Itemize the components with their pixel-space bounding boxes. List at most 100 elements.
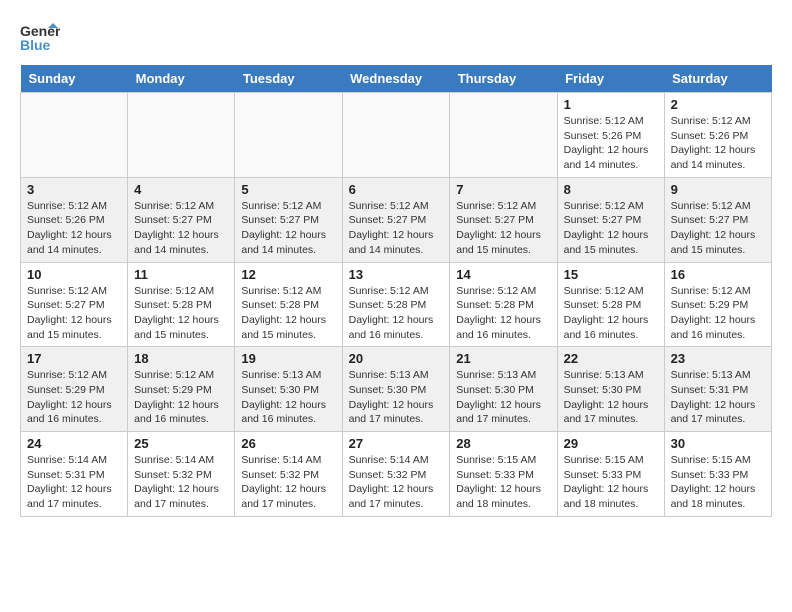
calendar-cell: 2 Sunrise: 5:12 AMSunset: 5:26 PMDaylight… — [664, 93, 771, 178]
day-number: 8 — [564, 182, 658, 197]
calendar-cell: 16 Sunrise: 5:12 AMSunset: 5:29 PMDayligh… — [664, 262, 771, 347]
calendar-cell: 24Sunrise: 5:14 AMSunset: 5:31 PMDayligh… — [21, 432, 128, 517]
day-number: 5 — [241, 182, 335, 197]
column-header-monday: Monday — [128, 65, 235, 93]
column-header-saturday: Saturday — [664, 65, 771, 93]
day-info: Sunrise: 5:12 AMSunset: 5:27 PMDaylight:… — [456, 199, 550, 258]
day-number: 18 — [134, 351, 228, 366]
day-number: 3 — [27, 182, 121, 197]
calendar-cell: 15 Sunrise: 5:12 AMSunset: 5:28 PMDayligh… — [557, 262, 664, 347]
column-header-tuesday: Tuesday — [235, 65, 342, 93]
calendar-header-row: SundayMondayTuesdayWednesdayThursdayFrid… — [21, 65, 772, 93]
day-number: 6 — [349, 182, 444, 197]
day-info: Sunrise: 5:14 AMSunset: 5:32 PMDaylight:… — [241, 453, 335, 512]
calendar-cell: 22 Sunrise: 5:13 AMSunset: 5:30 PMDayligh… — [557, 347, 664, 432]
calendar-cell — [21, 93, 128, 178]
day-number: 20 — [349, 351, 444, 366]
day-number: 21 — [456, 351, 550, 366]
day-info: Sunrise: 5:12 AMSunset: 5:29 PMDaylight:… — [27, 368, 121, 427]
day-info: Sunrise: 5:12 AMSunset: 5:29 PMDaylight:… — [671, 284, 765, 343]
day-info: Sunrise: 5:14 AMSunset: 5:32 PMDaylight:… — [134, 453, 228, 512]
day-number: 22 — [564, 351, 658, 366]
day-number: 16 — [671, 267, 765, 282]
day-info: Sunrise: 5:12 AMSunset: 5:27 PMDaylight:… — [564, 199, 658, 258]
calendar-cell: 13 Sunrise: 5:12 AMSunset: 5:28 PMDayligh… — [342, 262, 450, 347]
day-info: Sunrise: 5:12 AMSunset: 5:26 PMDaylight:… — [671, 114, 765, 173]
day-number: 29 — [564, 436, 658, 451]
calendar-table: SundayMondayTuesdayWednesdayThursdayFrid… — [20, 65, 772, 517]
day-info: Sunrise: 5:12 AMSunset: 5:27 PMDaylight:… — [671, 199, 765, 258]
calendar-cell: 6 Sunrise: 5:12 AMSunset: 5:27 PMDaylight… — [342, 177, 450, 262]
column-header-friday: Friday — [557, 65, 664, 93]
day-number: 10 — [27, 267, 121, 282]
day-number: 11 — [134, 267, 228, 282]
day-info: Sunrise: 5:15 AMSunset: 5:33 PMDaylight:… — [456, 453, 550, 512]
calendar-week-row: 10 Sunrise: 5:12 AMSunset: 5:27 PMDayligh… — [21, 262, 772, 347]
calendar-cell: 21 Sunrise: 5:13 AMSunset: 5:30 PMDayligh… — [450, 347, 557, 432]
calendar-cell — [342, 93, 450, 178]
day-info: Sunrise: 5:12 AMSunset: 5:26 PMDaylight:… — [564, 114, 658, 173]
calendar-cell: 14Sunrise: 5:12 AMSunset: 5:28 PMDayligh… — [450, 262, 557, 347]
day-number: 30 — [671, 436, 765, 451]
calendar-cell: 29Sunrise: 5:15 AMSunset: 5:33 PMDayligh… — [557, 432, 664, 517]
calendar-cell — [128, 93, 235, 178]
day-info: Sunrise: 5:12 AMSunset: 5:27 PMDaylight:… — [134, 199, 228, 258]
calendar-cell: 17 Sunrise: 5:12 AMSunset: 5:29 PMDayligh… — [21, 347, 128, 432]
day-number: 14 — [456, 267, 550, 282]
column-header-sunday: Sunday — [21, 65, 128, 93]
day-number: 23 — [671, 351, 765, 366]
day-number: 19 — [241, 351, 335, 366]
calendar-week-row: 1 Sunrise: 5:12 AMSunset: 5:26 PMDaylight… — [21, 93, 772, 178]
day-number: 25 — [134, 436, 228, 451]
calendar-cell: 4 Sunrise: 5:12 AMSunset: 5:27 PMDaylight… — [128, 177, 235, 262]
day-number: 12 — [241, 267, 335, 282]
day-number: 9 — [671, 182, 765, 197]
calendar-cell: 5 Sunrise: 5:12 AMSunset: 5:27 PMDaylight… — [235, 177, 342, 262]
calendar-cell: 27Sunrise: 5:14 AMSunset: 5:32 PMDayligh… — [342, 432, 450, 517]
day-info: Sunrise: 5:13 AMSunset: 5:30 PMDaylight:… — [241, 368, 335, 427]
calendar-week-row: 24Sunrise: 5:14 AMSunset: 5:31 PMDayligh… — [21, 432, 772, 517]
calendar-cell: 19 Sunrise: 5:13 AMSunset: 5:30 PMDayligh… — [235, 347, 342, 432]
day-info: Sunrise: 5:14 AMSunset: 5:31 PMDaylight:… — [27, 453, 121, 512]
page-header: General Blue — [20, 20, 772, 55]
day-number: 1 — [564, 97, 658, 112]
svg-text:Blue: Blue — [20, 37, 51, 53]
calendar-cell — [450, 93, 557, 178]
calendar-cell — [235, 93, 342, 178]
calendar-cell: 26 Sunrise: 5:14 AMSunset: 5:32 PMDayligh… — [235, 432, 342, 517]
calendar-cell: 20 Sunrise: 5:13 AMSunset: 5:30 PMDayligh… — [342, 347, 450, 432]
column-header-wednesday: Wednesday — [342, 65, 450, 93]
day-info: Sunrise: 5:12 AMSunset: 5:28 PMDaylight:… — [564, 284, 658, 343]
calendar-cell: 11 Sunrise: 5:12 AMSunset: 5:28 PMDayligh… — [128, 262, 235, 347]
logo-icon: General Blue — [20, 20, 60, 55]
calendar-cell: 1 Sunrise: 5:12 AMSunset: 5:26 PMDaylight… — [557, 93, 664, 178]
calendar-week-row: 17 Sunrise: 5:12 AMSunset: 5:29 PMDayligh… — [21, 347, 772, 432]
day-info: Sunrise: 5:12 AMSunset: 5:28 PMDaylight:… — [349, 284, 444, 343]
day-info: Sunrise: 5:12 AMSunset: 5:28 PMDaylight:… — [134, 284, 228, 343]
day-number: 17 — [27, 351, 121, 366]
column-header-thursday: Thursday — [450, 65, 557, 93]
day-number: 27 — [349, 436, 444, 451]
day-number: 15 — [564, 267, 658, 282]
day-info: Sunrise: 5:13 AMSunset: 5:30 PMDaylight:… — [564, 368, 658, 427]
calendar-cell: 12Sunrise: 5:12 AMSunset: 5:28 PMDayligh… — [235, 262, 342, 347]
calendar-cell: 23Sunrise: 5:13 AMSunset: 5:31 PMDayligh… — [664, 347, 771, 432]
day-info: Sunrise: 5:12 AMSunset: 5:27 PMDaylight:… — [27, 284, 121, 343]
calendar-cell: 18Sunrise: 5:12 AMSunset: 5:29 PMDayligh… — [128, 347, 235, 432]
calendar-cell: 10 Sunrise: 5:12 AMSunset: 5:27 PMDayligh… — [21, 262, 128, 347]
day-info: Sunrise: 5:12 AMSunset: 5:26 PMDaylight:… — [27, 199, 121, 258]
calendar-week-row: 3 Sunrise: 5:12 AMSunset: 5:26 PMDaylight… — [21, 177, 772, 262]
calendar-cell: 30Sunrise: 5:15 AMSunset: 5:33 PMDayligh… — [664, 432, 771, 517]
day-info: Sunrise: 5:13 AMSunset: 5:30 PMDaylight:… — [456, 368, 550, 427]
logo: General Blue — [20, 20, 64, 55]
calendar-cell: 8 Sunrise: 5:12 AMSunset: 5:27 PMDaylight… — [557, 177, 664, 262]
day-number: 13 — [349, 267, 444, 282]
day-info: Sunrise: 5:12 AMSunset: 5:27 PMDaylight:… — [241, 199, 335, 258]
day-info: Sunrise: 5:13 AMSunset: 5:30 PMDaylight:… — [349, 368, 444, 427]
calendar-cell: 7Sunrise: 5:12 AMSunset: 5:27 PMDaylight… — [450, 177, 557, 262]
day-number: 4 — [134, 182, 228, 197]
day-number: 2 — [671, 97, 765, 112]
day-info: Sunrise: 5:12 AMSunset: 5:27 PMDaylight:… — [349, 199, 444, 258]
day-number: 26 — [241, 436, 335, 451]
day-number: 28 — [456, 436, 550, 451]
